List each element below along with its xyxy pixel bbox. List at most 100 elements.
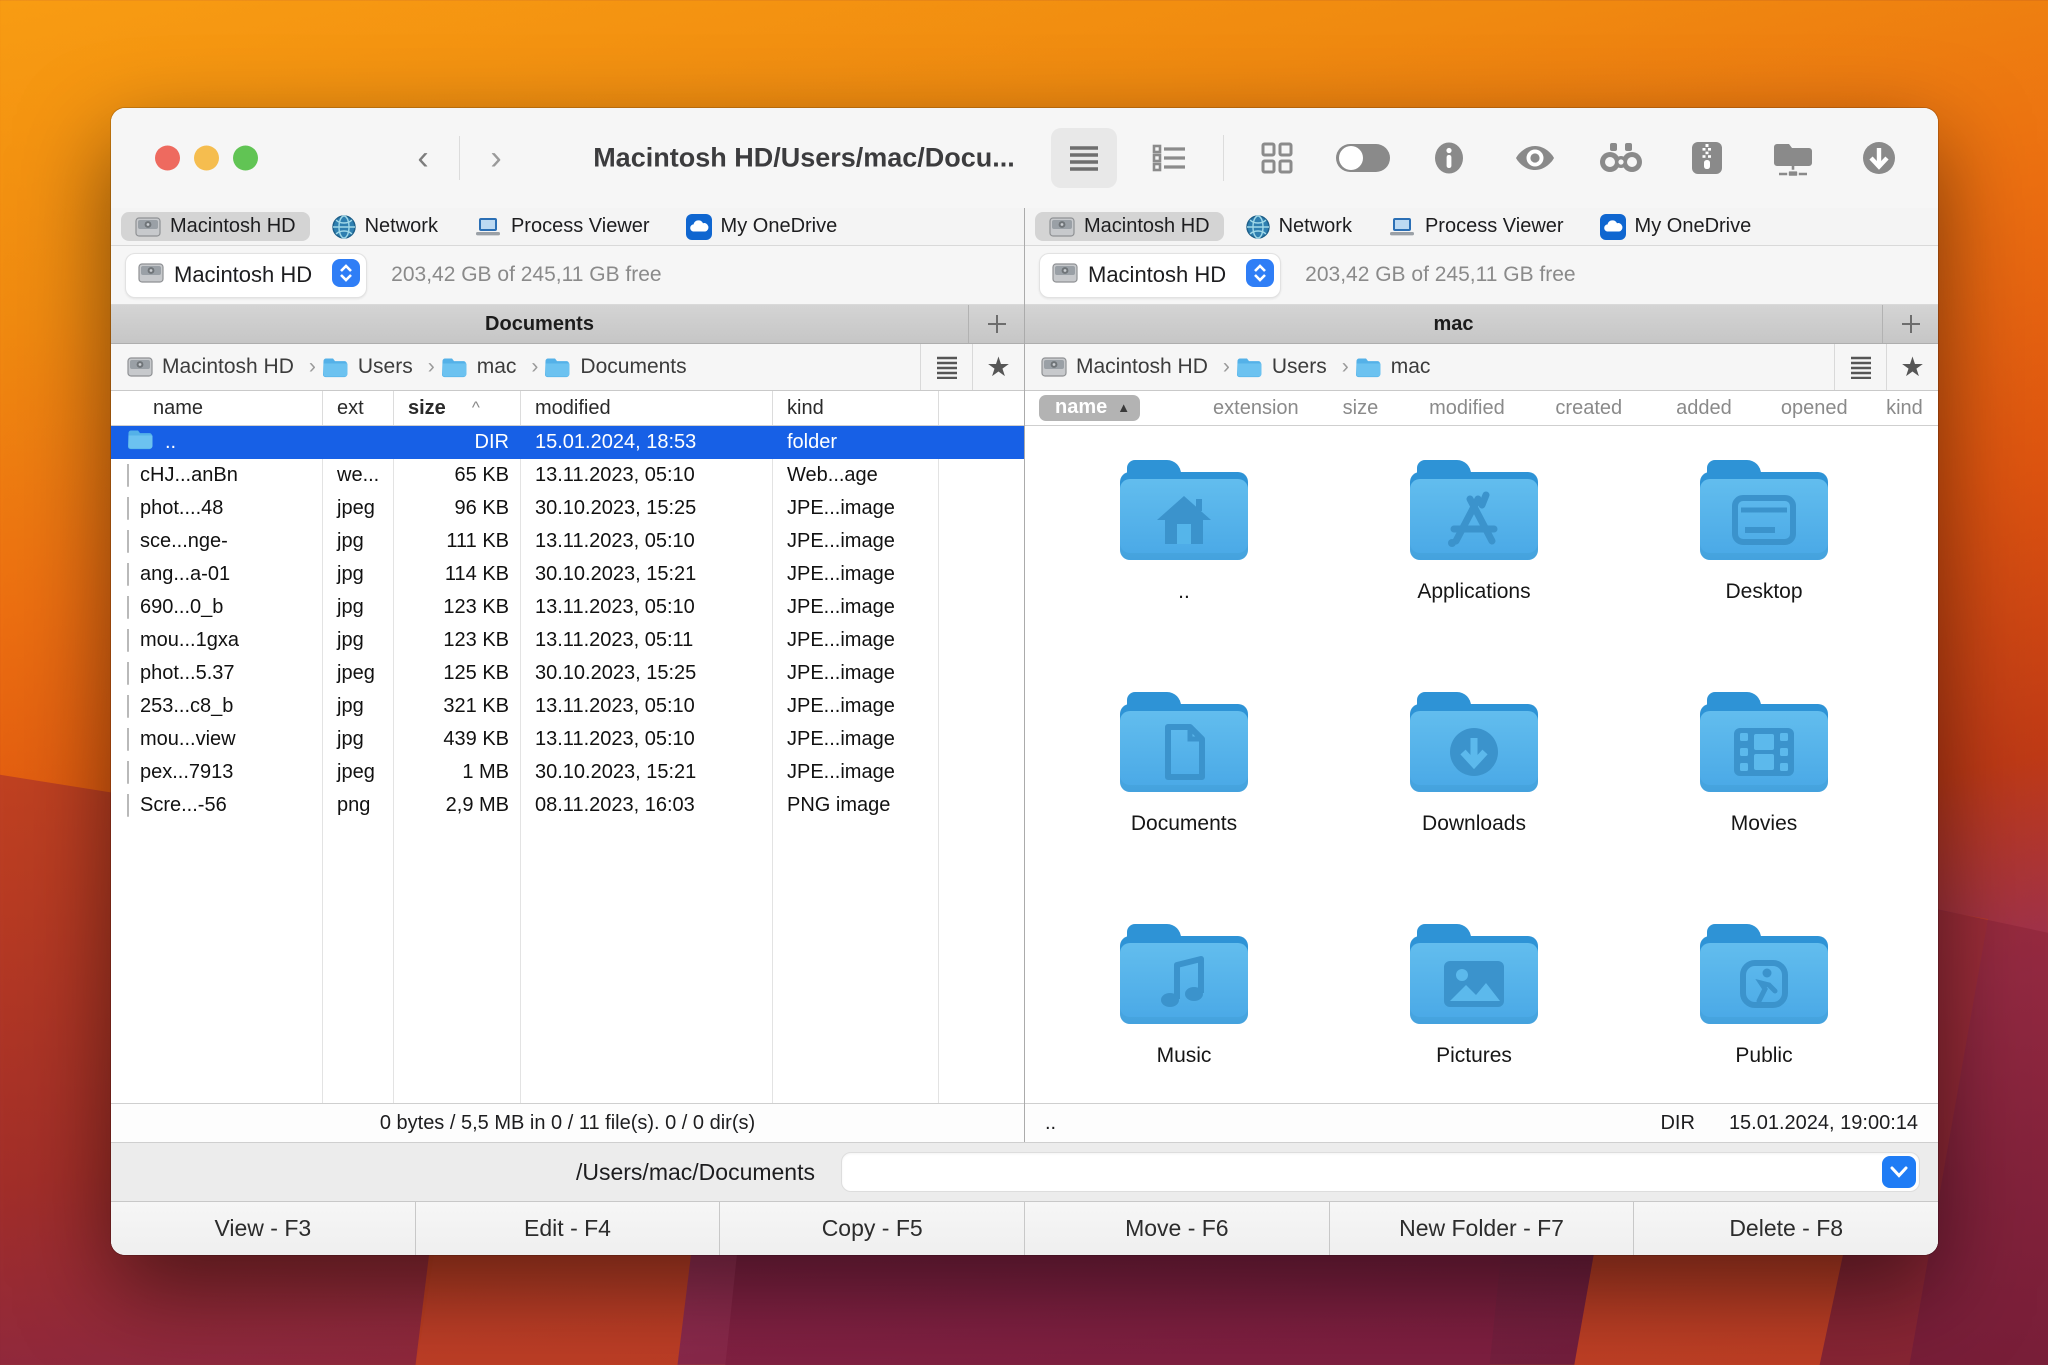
archive-zip-button[interactable] [1674, 128, 1740, 188]
folder-glyph-icon [1442, 959, 1506, 1009]
file-row[interactable]: mou...1gxa jpg 123 KB 13.11.2023, 05:11 … [111, 624, 1024, 657]
zoom-window-button[interactable] [233, 146, 258, 171]
drive-selector[interactable]: Macintosh HD [125, 253, 367, 298]
favorite-item[interactable]: Network [318, 212, 452, 242]
toggle-panels-switch[interactable] [1330, 128, 1396, 188]
favorite-item[interactable]: Process Viewer [1374, 212, 1578, 241]
breadcrumb-item[interactable]: Macintosh HD [1041, 355, 1230, 379]
favorite-item[interactable]: Macintosh HD [121, 212, 310, 241]
divider [1223, 135, 1224, 181]
close-window-button[interactable] [155, 146, 180, 171]
right-pane: Macintosh HD Network Process Viewer My O… [1025, 208, 1938, 1142]
file-kind: JPE...image [773, 497, 939, 520]
folder-item[interactable]: Music [1039, 914, 1329, 1103]
right-status-bar: .. DIR 15.01.2024, 19:00:14 [1025, 1103, 1938, 1142]
file-row[interactable]: phot...5.37 jpeg 125 KB 30.10.2023, 15:2… [111, 657, 1024, 690]
folder-item[interactable]: Desktop [1619, 450, 1909, 682]
favorite-item[interactable]: Macintosh HD [1035, 212, 1224, 241]
column-header-ext[interactable]: ext [323, 391, 394, 425]
column-header-modified[interactable]: modified [521, 391, 773, 425]
file-name: phot....48 [140, 497, 223, 520]
column-header-name[interactable]: name [111, 391, 323, 425]
file-size: 125 KB [394, 662, 521, 685]
breadcrumb-item[interactable]: Users [322, 355, 435, 379]
favorite-item[interactable]: My OneDrive [672, 211, 852, 243]
favorite-item[interactable]: Network [1232, 212, 1366, 242]
file-row[interactable]: 253...c8_b jpg 321 KB 13.11.2023, 05:10 … [111, 690, 1024, 723]
file-row[interactable]: ang...a-01 jpg 114 KB 30.10.2023, 15:21 … [111, 558, 1024, 591]
favorite-star-icon[interactable]: ★ [1886, 344, 1938, 390]
column-header-kind[interactable]: kind [773, 391, 939, 425]
function-button[interactable]: Delete - F8 [1634, 1202, 1938, 1255]
folder-item[interactable]: Public [1619, 914, 1909, 1103]
folder-item[interactable]: Pictures [1329, 914, 1619, 1103]
column-header[interactable]: kind [1871, 397, 1938, 420]
forward-button[interactable]: › [474, 141, 518, 175]
folder-item[interactable]: Downloads [1329, 682, 1619, 914]
file-ext: jpg [323, 596, 394, 619]
file-row[interactable]: phot....48 jpeg 96 KB 30.10.2023, 15:25 … [111, 492, 1024, 525]
file-size: DIR [394, 431, 521, 454]
path-menu-icon[interactable] [1834, 344, 1886, 390]
breadcrumb-item[interactable]: Macintosh HD [127, 355, 316, 379]
tab-mac[interactable]: mac [1025, 305, 1882, 343]
window-title: Macintosh HD/Users/mac/Docu... [593, 143, 1015, 174]
file-row[interactable]: Scre...-56 png 2,9 MB 08.11.2023, 16:03 … [111, 789, 1024, 822]
breadcrumb-item[interactable]: Documents [544, 355, 686, 379]
path-menu-icon[interactable] [920, 344, 972, 390]
breadcrumb-item[interactable]: mac [1355, 355, 1431, 379]
function-button[interactable]: View - F3 [111, 1202, 416, 1255]
info-button[interactable] [1416, 128, 1482, 188]
file-kind: JPE...image [773, 563, 939, 586]
favorite-star-icon[interactable]: ★ [972, 344, 1024, 390]
eye-preview-button[interactable] [1502, 128, 1568, 188]
column-header[interactable]: size [1314, 397, 1406, 420]
function-button[interactable]: Edit - F4 [416, 1202, 721, 1255]
favorite-item[interactable]: Process Viewer [460, 212, 664, 241]
network-folder-button[interactable] [1760, 128, 1826, 188]
file-size: 65 KB [394, 464, 521, 487]
folder-item[interactable]: Movies [1619, 682, 1909, 914]
file-row[interactable]: cHJ...anBn we... 65 KB 13.11.2023, 05:10… [111, 459, 1024, 492]
command-input[interactable] [845, 1156, 1882, 1188]
column-header-extra [939, 391, 1024, 425]
column-header[interactable]: extension [1197, 397, 1314, 420]
column-header[interactable]: modified [1406, 397, 1527, 420]
breadcrumb-item[interactable]: mac [441, 355, 539, 379]
favorite-item[interactable]: My OneDrive [1586, 211, 1766, 243]
new-tab-button[interactable] [1882, 305, 1938, 343]
column-header[interactable]: added [1650, 397, 1757, 420]
file-row[interactable]: mou...view jpg 439 KB 13.11.2023, 05:10 … [111, 723, 1024, 756]
favorite-icon [1600, 214, 1626, 240]
grid-view-button[interactable] [1244, 128, 1310, 188]
column-header[interactable]: created [1527, 397, 1650, 420]
file-row[interactable]: sce...nge- jpg 111 KB 13.11.2023, 05:10 … [111, 525, 1024, 558]
back-button[interactable]: ‹ [401, 141, 445, 175]
breadcrumb-item[interactable]: Users [1236, 355, 1349, 379]
favorite-icon [135, 216, 161, 238]
file-row[interactable]: pex...7913 jpeg 1 MB 30.10.2023, 15:21 J… [111, 756, 1024, 789]
minimize-window-button[interactable] [194, 146, 219, 171]
detail-view-button[interactable] [1137, 128, 1203, 188]
column-header[interactable]: name▲ [1039, 395, 1197, 421]
file-row[interactable]: 690...0_b jpg 123 KB 13.11.2023, 05:10 J… [111, 591, 1024, 624]
folder-icon [1700, 924, 1828, 1024]
list-view-button[interactable] [1051, 128, 1117, 188]
file-kind: JPE...image [773, 629, 939, 652]
command-history-dropdown[interactable] [1882, 1156, 1916, 1188]
function-button[interactable]: Move - F6 [1025, 1202, 1330, 1255]
folder-item[interactable]: Documents [1039, 682, 1329, 914]
tab-documents[interactable]: Documents [111, 305, 968, 343]
function-button[interactable]: Copy - F5 [720, 1202, 1025, 1255]
function-button[interactable]: New Folder - F7 [1330, 1202, 1635, 1255]
drive-selector[interactable]: Macintosh HD [1039, 253, 1281, 298]
download-button[interactable] [1846, 128, 1912, 188]
file-row[interactable]: .. DIR 15.01.2024, 18:53 folder [111, 426, 1024, 459]
file-modified: 13.11.2023, 05:11 [521, 629, 773, 652]
folder-item[interactable]: .. [1039, 450, 1329, 682]
column-header-size[interactable]: size^ [394, 391, 521, 425]
binoculars-search-button[interactable] [1588, 128, 1654, 188]
new-tab-button[interactable] [968, 305, 1024, 343]
folder-item[interactable]: Applications [1329, 450, 1619, 682]
column-header[interactable]: opened [1758, 397, 1871, 420]
